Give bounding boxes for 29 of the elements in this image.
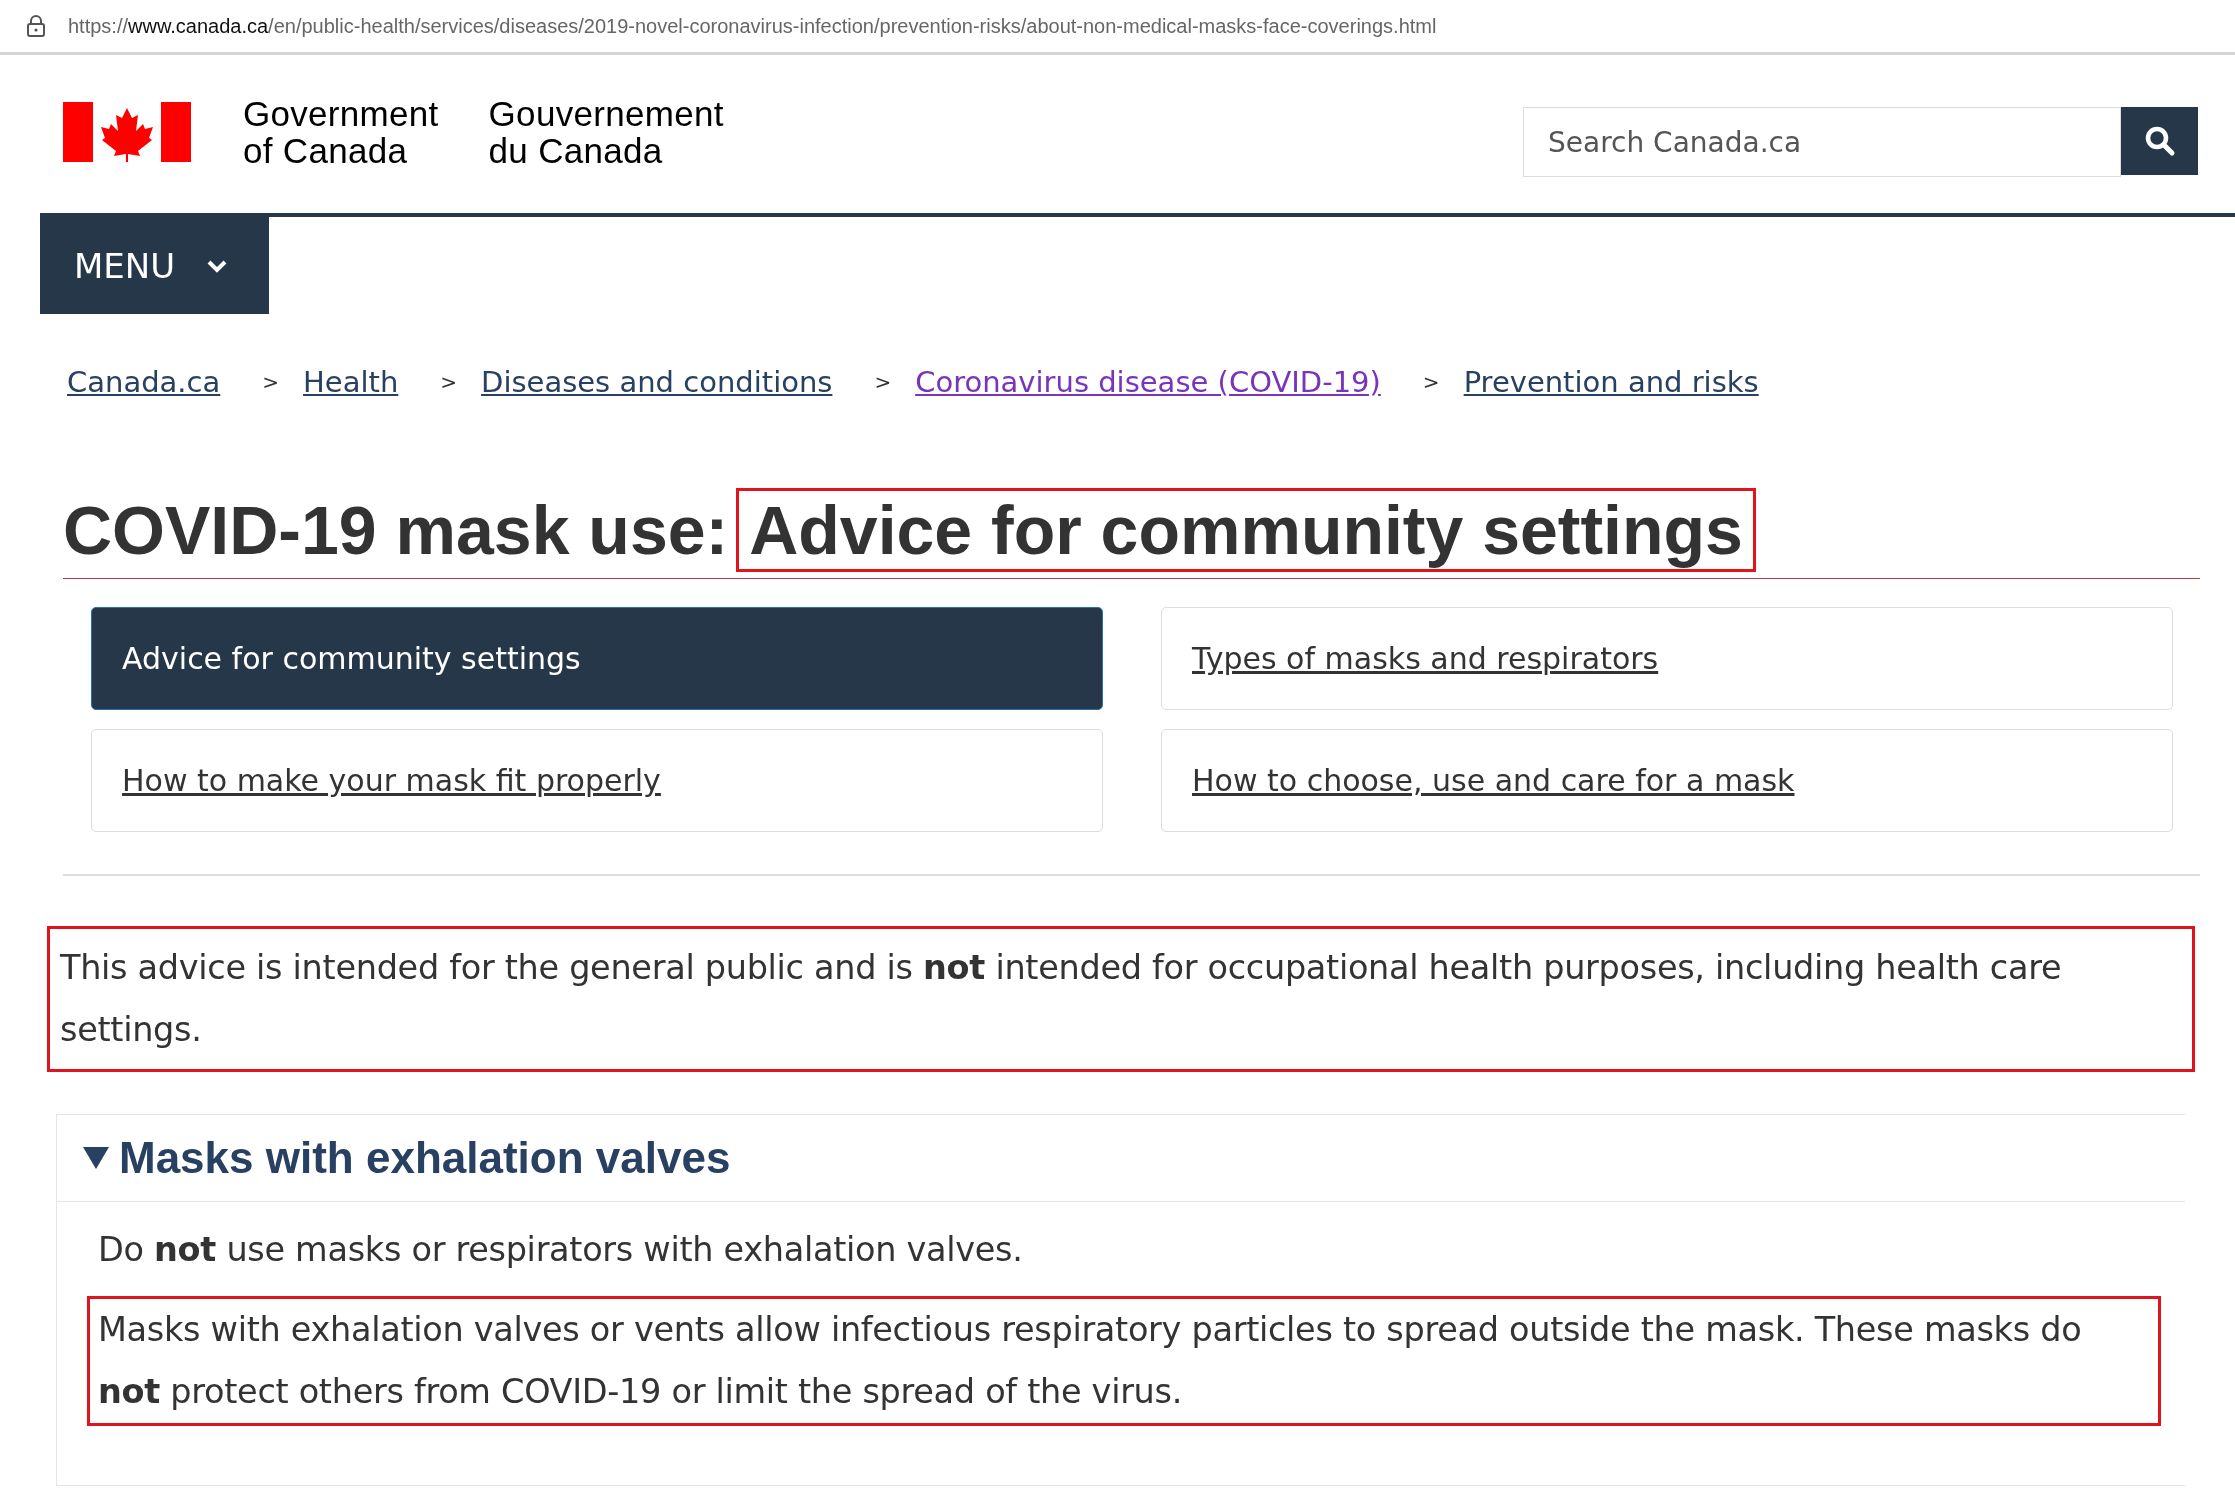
breadcrumb-separator: > <box>874 370 892 394</box>
breadcrumb-separator: > <box>262 370 280 394</box>
details-summary[interactable]: Masks with exhalation valves <box>57 1115 2185 1202</box>
url-text[interactable]: https://www.canada.ca/en/public-health/services/diseases/2019-novel-coronavirus-infection/prevention-risks/about-non-medical-masks-face-coverings.html <box>68 14 1437 38</box>
breadcrumb-link[interactable]: Health <box>303 365 399 399</box>
flag-icon <box>63 102 191 162</box>
breadcrumb-link[interactable]: Diseases and conditions <box>481 365 833 399</box>
search-button[interactable] <box>2121 107 2198 175</box>
page-tab[interactable]: How to make your mask fit properly <box>91 729 1103 832</box>
search-field[interactable]: Search Canada.ca <box>1523 107 2121 177</box>
menu-button[interactable]: MENU <box>40 217 269 314</box>
breadcrumb-link[interactable]: Canada.ca <box>67 365 221 399</box>
notice-text: This advice is intended for the general public and is not intended for occupational health purposes, including health care settings. <box>47 926 2195 1072</box>
body-text: Masks with exhalation valves or vents allow infectious respiratory particles to spread outside the mask. These masks do not protect others from COVID-19 or limit the spread of the virus. <box>87 1296 2161 1426</box>
breadcrumb-separator: > <box>440 370 458 394</box>
breadcrumb-link[interactable]: Prevention and risks <box>1463 365 1759 399</box>
breadcrumb-link[interactable]: Coronavirus disease (COVID-19) <box>915 365 1381 399</box>
page-tab[interactable]: How to choose, use and care for a mask <box>1161 729 2173 832</box>
breadcrumb-separator: > <box>1422 370 1440 394</box>
lock-icon <box>26 14 46 38</box>
page-tab[interactable]: Advice for community settings <box>91 607 1103 710</box>
body-text: Do not use masks or respirators with exhalation valves. <box>97 1229 1024 1271</box>
disclosure-triangle-icon <box>83 1147 109 1169</box>
page-title: COVID-19 mask use: <box>63 491 729 569</box>
page-subtitle: Advice for community settings <box>736 488 1756 572</box>
wordmark-text: Gouvernement du Canada <box>488 95 724 169</box>
wordmark-text: Government of Canada <box>243 95 439 169</box>
search-icon <box>2143 125 2176 157</box>
page-tab[interactable]: Types of masks and respirators <box>1161 607 2173 710</box>
